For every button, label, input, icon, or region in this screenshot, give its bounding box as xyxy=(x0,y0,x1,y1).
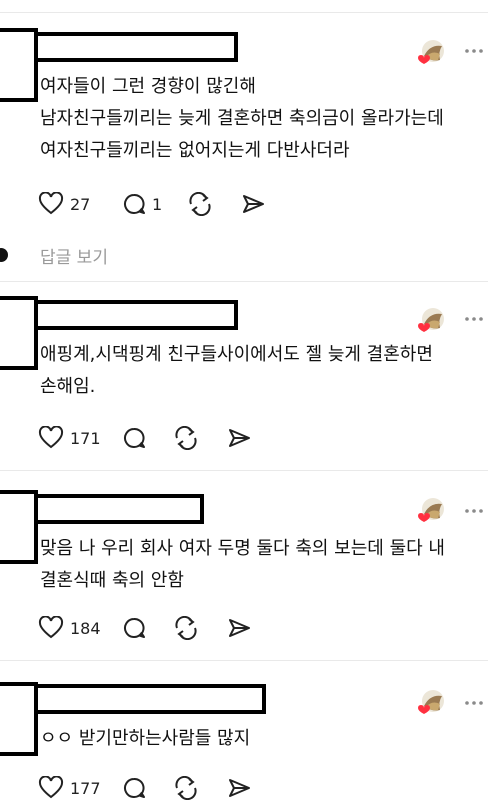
share-icon xyxy=(229,429,250,447)
share-button[interactable] xyxy=(226,426,252,450)
avatar[interactable] xyxy=(416,494,448,526)
more-icon[interactable] xyxy=(464,48,484,54)
heart-icon xyxy=(38,776,64,799)
avatar[interactable] xyxy=(416,304,448,336)
redaction-bracket xyxy=(0,490,38,564)
redaction-bracket xyxy=(0,296,38,370)
redacted-username xyxy=(34,300,238,330)
action-bar: 177 xyxy=(38,772,252,804)
like-count: 177 xyxy=(70,778,101,798)
share-button[interactable] xyxy=(240,192,266,216)
divider xyxy=(0,470,488,471)
avatar[interactable] xyxy=(416,36,448,68)
avatar[interactable] xyxy=(416,686,448,718)
repost-button[interactable] xyxy=(172,776,200,800)
comment-button[interactable] xyxy=(122,616,148,640)
share-button[interactable] xyxy=(226,616,252,640)
comment-line: ㅇㅇ 받기만하는사람들 많지 xyxy=(40,728,251,749)
like-button[interactable]: 27 xyxy=(38,192,122,216)
more-icon[interactable] xyxy=(464,700,484,706)
action-bar: 171 xyxy=(38,422,252,454)
like-count: 27 xyxy=(70,194,91,214)
comment-icon xyxy=(124,778,145,798)
comment-icon xyxy=(124,618,145,638)
view-replies-link[interactable]: 답글 보기 xyxy=(0,240,108,270)
like-count: 184 xyxy=(70,618,101,638)
thread-dot xyxy=(0,248,8,262)
comment-line: 맞음 나 우리 회사 여자 두명 둘다 축의 보는데 둘다 내 xyxy=(40,538,445,559)
repost-button[interactable] xyxy=(172,426,200,450)
comment-line: 여자친구들끼리는 없어지는게 다반사더라 xyxy=(40,140,350,161)
repost-icon xyxy=(175,426,197,450)
comment-icon xyxy=(124,194,145,214)
divider xyxy=(0,660,488,661)
comment-button[interactable] xyxy=(122,776,148,800)
comment-button[interactable]: 1 xyxy=(122,192,186,216)
comment-button[interactable] xyxy=(122,426,148,450)
repost-icon xyxy=(175,776,197,800)
redacted-username xyxy=(34,494,204,524)
heart-icon xyxy=(38,616,64,639)
repost-button[interactable] xyxy=(172,616,200,640)
redacted-username xyxy=(34,684,266,714)
comment-card: ㅇㅇ 받기만하는사람들 많지 177 xyxy=(0,664,488,808)
comment-line: 여자들이 그런 경향이 많긴해 xyxy=(40,76,256,97)
view-replies-label: 답글 보기 xyxy=(40,247,108,268)
comment-card: 여자들이 그런 경향이 많긴해 남자친구들끼리는 늦게 결혼하면 축의금이 올라… xyxy=(0,20,488,230)
redaction-bracket xyxy=(0,682,38,756)
like-button[interactable]: 184 xyxy=(38,616,122,640)
repost-button[interactable] xyxy=(186,192,214,216)
repost-icon xyxy=(189,192,211,216)
like-button[interactable]: 171 xyxy=(38,426,122,450)
heart-icon xyxy=(38,192,64,215)
more-icon[interactable] xyxy=(464,316,484,322)
heart-icon xyxy=(38,426,64,449)
like-count: 171 xyxy=(70,428,101,448)
share-icon xyxy=(243,195,264,213)
redacted-username xyxy=(34,32,238,62)
comment-line: 손해임. xyxy=(40,376,96,397)
share-icon xyxy=(229,779,250,797)
divider xyxy=(0,281,488,282)
share-button[interactable] xyxy=(226,776,252,800)
action-bar: 27 1 xyxy=(38,188,266,220)
comment-line: 결혼식때 축의 안함 xyxy=(40,570,184,591)
redaction-bracket xyxy=(0,28,38,102)
comment-line: 애핑계,시댁핑계 친구들사이에서도 젤 늦게 결혼하면 xyxy=(40,344,433,365)
like-button[interactable]: 177 xyxy=(38,776,122,800)
comment-line: 남자친구들끼리는 늦게 결혼하면 축의금이 올라가는데 xyxy=(40,108,444,129)
comment-icon xyxy=(124,428,145,448)
repost-icon xyxy=(175,616,197,640)
reply-count: 1 xyxy=(152,194,163,214)
top-divider xyxy=(0,12,488,13)
more-icon[interactable] xyxy=(464,508,484,514)
share-icon xyxy=(229,619,250,637)
action-bar: 184 xyxy=(38,612,252,644)
comment-card: 맞음 나 우리 회사 여자 두명 둘다 축의 보는데 둘다 내 결혼식때 축의 … xyxy=(0,474,488,660)
comment-card: 애핑계,시댁핑계 친구들사이에서도 젤 늦게 결혼하면 손해임. 171 xyxy=(0,284,488,470)
